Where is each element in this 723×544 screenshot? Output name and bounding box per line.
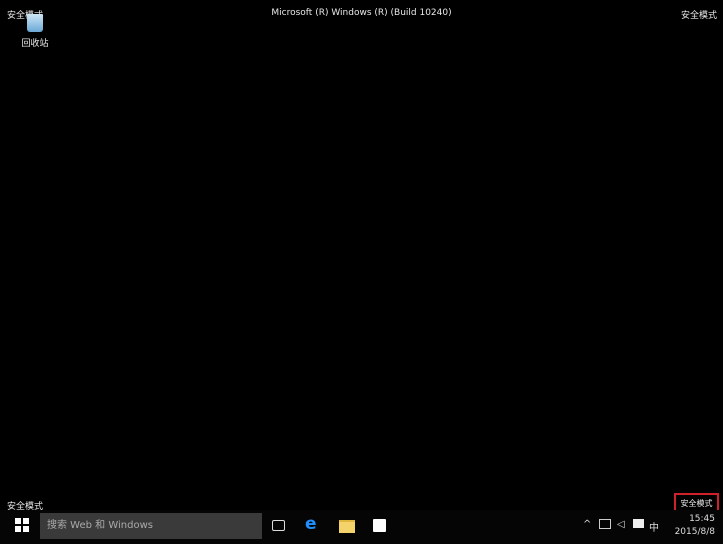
clock-date: 2015/8/8: [674, 527, 715, 537]
network-icon[interactable]: [599, 519, 611, 529]
ime-indicator[interactable]: 中: [649, 519, 659, 534]
action-center-icon[interactable]: [633, 519, 644, 528]
show-hidden-icons-chevron-icon[interactable]: ^: [583, 519, 591, 530]
edge-icon[interactable]: e: [305, 514, 321, 534]
start-button[interactable]: [15, 518, 29, 532]
task-view-icon[interactable]: [272, 520, 285, 531]
recycle-bin-label: 回收站: [21, 39, 49, 49]
clock[interactable]: 15:45 2015/8/8: [670, 513, 715, 539]
search-input[interactable]: 搜索 Web 和 Windows: [40, 513, 262, 539]
recycle-bin[interactable]: 回收站: [20, 14, 50, 49]
store-icon[interactable]: [373, 519, 386, 532]
clock-time: 15:45: [689, 514, 715, 524]
file-explorer-icon[interactable]: [339, 520, 355, 533]
build-title: Microsoft (R) Windows (R) (Build 10240): [271, 8, 452, 18]
taskbar: 搜索 Web 和 Windows e ^ ◁ 中 15:45 2015/8/8: [0, 510, 723, 544]
volume-icon[interactable]: ◁: [617, 519, 625, 530]
recycle-bin-icon: [27, 14, 43, 32]
safe-mode-label-top-right: 安全模式: [680, 11, 717, 21]
